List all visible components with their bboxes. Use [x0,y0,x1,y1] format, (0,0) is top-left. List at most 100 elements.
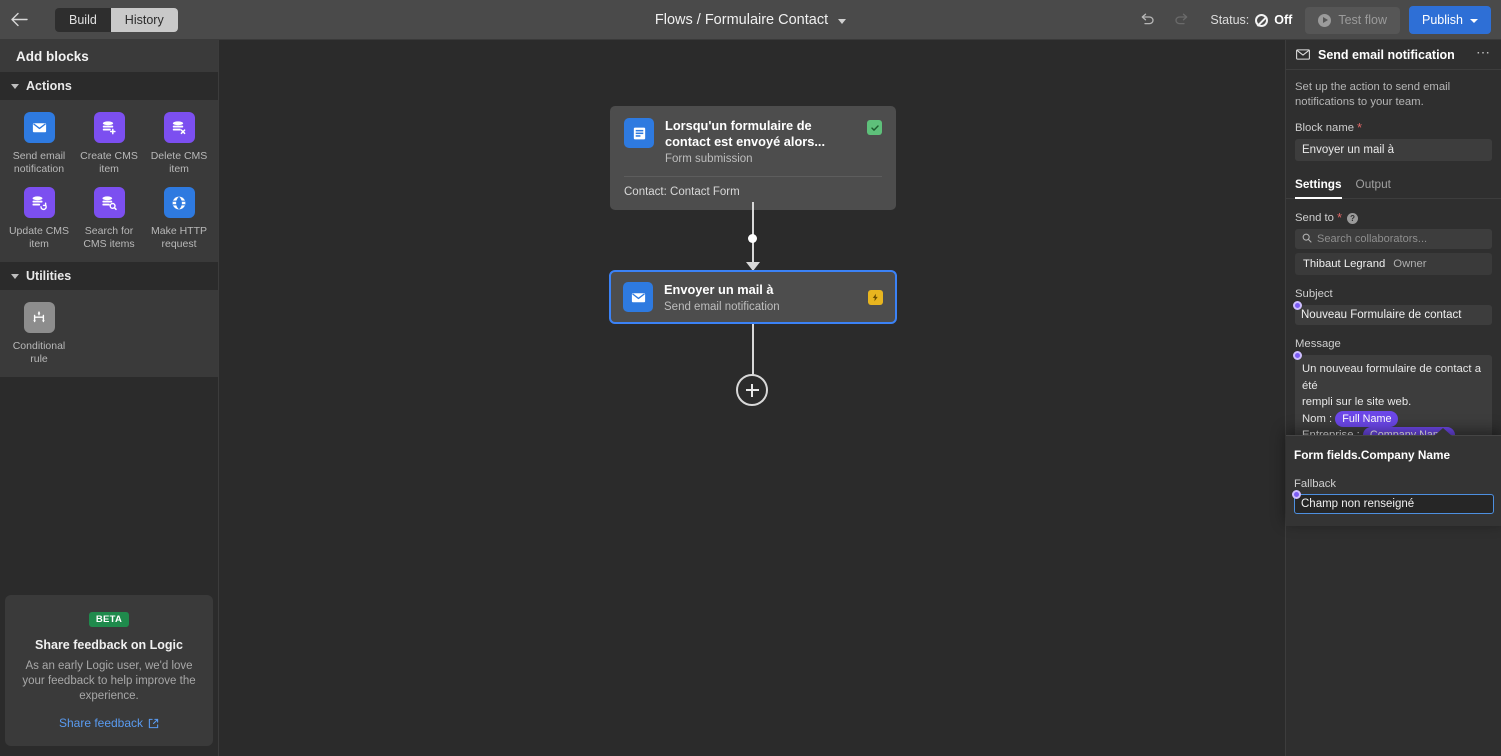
collaborator-name: Thibaut Legrand [1303,258,1386,270]
publish-button[interactable]: Publish [1409,6,1491,34]
block-label: Search for CMS items [83,225,135,250]
redo-icon [1175,13,1188,25]
block-label: Send email notification [12,150,66,175]
group-header-actions[interactable]: Actions [0,72,218,100]
globe-icon [163,187,195,218]
connector-handle[interactable] [748,234,757,243]
popover-arrow [1434,428,1452,436]
feedback-card: BETA Share feedback on Logic As an early… [5,595,213,746]
fallback-field[interactable]: Champ non renseigné [1292,490,1494,514]
database-refresh-icon [23,187,55,218]
trigger-node-texts: Lorsqu'un formulaire de contact est envo… [665,118,856,165]
undo-button[interactable] [1134,7,1160,33]
feedback-body: As an early Logic user, we'd love your f… [22,660,196,702]
panel-header: Send email notification ⋯ [1286,40,1501,70]
variable-handle-icon[interactable] [1293,351,1302,360]
action-node-title: Envoyer un mail à [664,281,774,297]
required-marker: * [1357,120,1363,135]
top-bar-actions: Status: Off Test flow Publish [1134,0,1491,40]
block-update-cms-item[interactable]: Update CMS item [4,187,74,250]
add-block-button[interactable] [736,374,768,406]
trigger-node[interactable]: Lorsqu'un formulaire de contact est envo… [610,106,896,210]
block-make-http-request[interactable]: Make HTTP request [144,187,214,250]
block-name-label-text: Block name [1295,122,1355,134]
block-create-cms-item[interactable]: Create CMS item [74,112,144,175]
search-icon [1302,230,1312,248]
beta-badge: BETA [88,612,130,627]
block-label: Make HTTP request [150,225,207,250]
message-value[interactable]: Un nouveau formulaire de contact a été r… [1295,355,1492,441]
group-header-utilities[interactable]: Utilities [0,262,218,290]
tab-build[interactable]: Build [55,7,111,32]
block-delete-cms-item[interactable]: Delete CMS item [144,112,214,175]
message-field[interactable]: Un nouveau formulaire de contact a été r… [1293,351,1492,441]
block-conditional-rule[interactable]: Conditional rule [4,302,74,365]
test-flow-button[interactable]: Test flow [1305,6,1400,34]
utilities-block-grid: Conditional rule [0,290,218,377]
status-value: Off [1274,13,1293,27]
trigger-node-subtitle: Form submission [665,153,753,165]
variable-pill-full-name[interactable]: Full Name [1335,410,1399,427]
collaborator-role: Owner [1393,258,1427,270]
group-label-actions: Actions [26,79,72,93]
panel-description: Set up the action to send email notifica… [1295,81,1451,108]
share-feedback-link[interactable]: Share feedback [17,716,201,730]
trigger-node-header: Lorsqu'un formulaire de contact est envo… [624,118,882,165]
panel-tabs: Settings Output [1286,177,1501,199]
action-node-send-email[interactable]: Envoyer un mail à Send email notificatio… [609,270,897,324]
subject-field[interactable]: Nouveau Formulaire de contact [1293,301,1492,325]
block-settings-panel: Send email notification ⋯ Set up the act… [1285,40,1501,756]
block-name-input[interactable] [1295,139,1492,161]
actions-block-grid: Send email notification Create CMS item [0,100,218,262]
fallback-value[interactable]: Champ non renseigné [1294,494,1494,514]
publish-label: Publish [1422,13,1463,27]
add-blocks-sidebar: Add blocks Actions Send email notificati… [0,40,219,756]
required-marker: * [1336,210,1343,225]
variable-handle-icon[interactable] [1292,490,1301,499]
message-field-row: Nom : Full Name [1302,410,1485,428]
database-search-icon [93,187,125,218]
back-button[interactable] [0,0,38,40]
tab-history[interactable]: History [110,7,178,32]
popover-title: Form fields.Company Name [1294,448,1451,462]
message-line: Un nouveau formulaire de contact a été [1302,363,1481,392]
database-x-icon [163,112,195,143]
chevron-down-icon [11,83,19,89]
collaborator-row[interactable]: Thibaut Legrand Owner [1295,253,1492,275]
chevron-down-icon [11,273,19,279]
help-icon[interactable]: ? [1347,212,1359,224]
warning-icon [868,289,883,305]
variable-handle-icon[interactable] [1293,301,1302,310]
message-label-text: Message [1295,338,1341,350]
block-search-cms-items[interactable]: Search for CMS items [74,187,144,250]
chevron-down-icon [1470,19,1478,23]
play-icon [1318,13,1332,27]
ellipsis-icon[interactable]: ⋯ [1476,44,1491,61]
send-to-label: Send to * ? [1295,210,1492,225]
flow-editor-app: Build History Flows / Formulaire Contact [0,0,1501,756]
breadcrumb[interactable]: Flows / Formulaire Contact [654,12,847,28]
branch-icon [23,302,55,333]
database-plus-icon [93,112,125,143]
status-badge: Status: Off [1210,13,1292,27]
trigger-node-title: Lorsqu'un formulaire de contact est envo… [665,118,826,149]
sidebar-title: Add blocks [0,40,218,72]
settings-tab-content: Send to * ? Thibaut Legrand Owner Subjec… [1286,210,1501,441]
action-node-texts: Envoyer un mail à Send email notificatio… [664,282,868,313]
envelope-icon [623,282,653,312]
redo-button[interactable] [1169,7,1195,33]
send-to-label-text: Send to [1295,212,1334,224]
feedback-title: Share feedback on Logic [35,638,183,652]
search-input[interactable] [1295,229,1492,249]
fallback-label: Fallback [1294,478,1337,490]
tab-output[interactable]: Output [1356,177,1391,198]
block-label: Conditional rule [12,340,66,365]
mode-switcher: Build History [55,7,178,32]
tab-settings[interactable]: Settings [1295,177,1342,199]
subject-label-text: Subject [1295,288,1333,300]
block-send-email-notification[interactable]: Send email notification [4,112,74,175]
panel-title: Send email notification [1318,47,1455,62]
flow-canvas[interactable]: Lorsqu'un formulaire de contact est envo… [220,40,1285,756]
arrow-left-icon [10,12,28,27]
page-title: Flows / Formulaire Contact [654,12,829,28]
